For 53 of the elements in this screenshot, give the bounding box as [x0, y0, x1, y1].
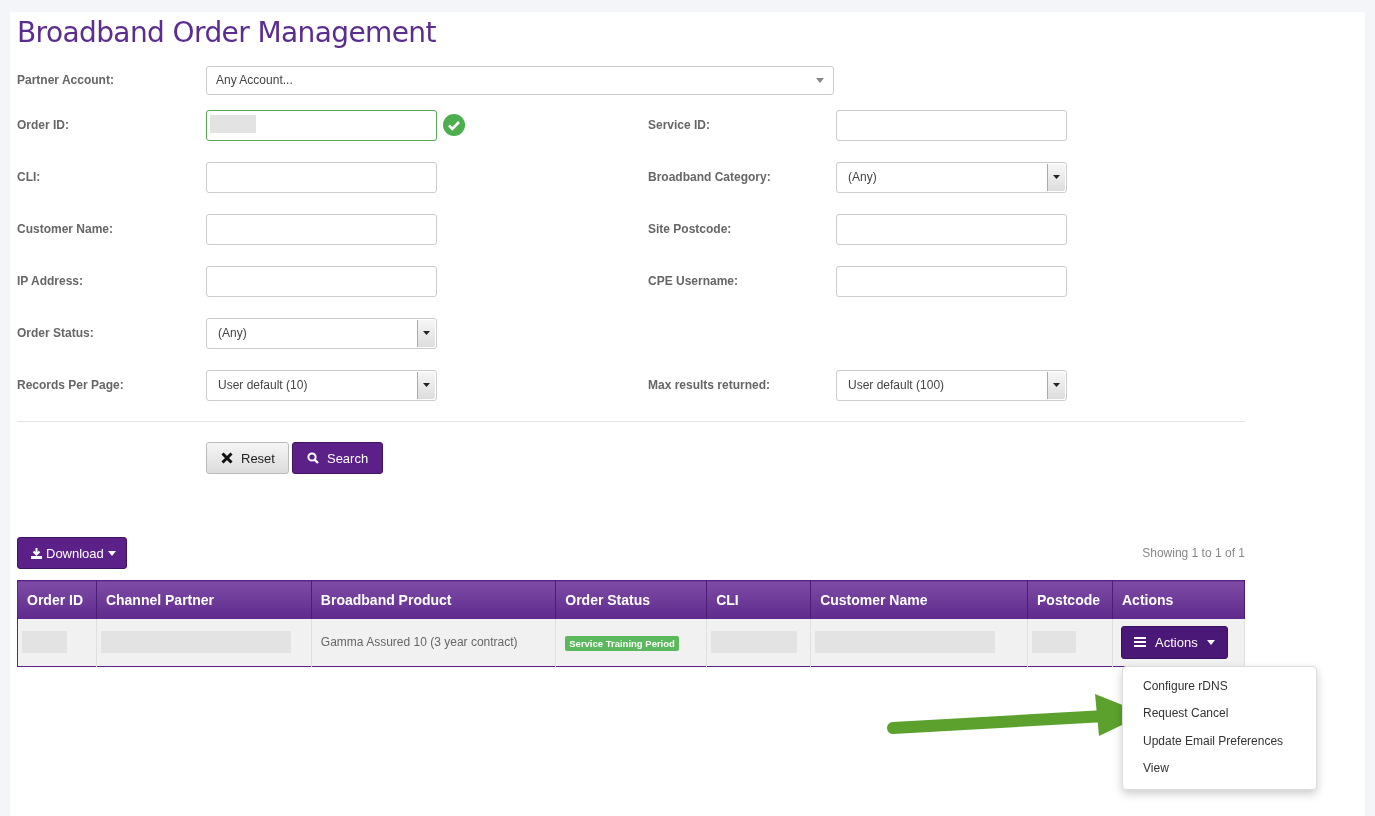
- search-icon: [306, 452, 319, 464]
- search-button[interactable]: Search: [291, 442, 384, 474]
- input-field[interactable]: [206, 109, 437, 141]
- field-label: IP Address:: [17, 274, 85, 288]
- menu-item[interactable]: Update Email Preferences: [1123, 727, 1316, 756]
- field-label: Order Status:: [17, 326, 95, 340]
- table-cell: Gamma Assured 10 (3 year contract): [311, 618, 556, 667]
- column-header: Postcode: [1027, 580, 1113, 619]
- actions-button[interactable]: Actions: [1121, 625, 1228, 659]
- caret-icon: [816, 77, 824, 83]
- pagination-info: Showing 1 to 1 of 1: [1142, 546, 1245, 560]
- field-label: CPE Username:: [648, 274, 740, 288]
- page-title: Broadband Order Management: [17, 15, 437, 51]
- dropdown-select[interactable]: (Any): [206, 317, 437, 349]
- download-icon: [31, 547, 42, 559]
- field-label: Order ID:: [17, 118, 70, 132]
- field-label: Service ID:: [648, 118, 712, 132]
- input-field[interactable]: [206, 213, 437, 245]
- field-label: Site Postcode:: [648, 222, 733, 236]
- reset-button[interactable]: Reset: [206, 442, 289, 474]
- column-header: Channel Partner: [96, 580, 312, 619]
- input-field[interactable]: [836, 265, 1067, 297]
- field-label: CLI:: [17, 170, 42, 184]
- field-label: Broadband Category:: [648, 170, 772, 184]
- column-header: Order Status: [555, 580, 707, 619]
- menu-icon: [1134, 637, 1146, 648]
- close-icon: [221, 452, 233, 464]
- column-header: Customer Name: [810, 580, 1028, 619]
- account-select[interactable]: Any Account...: [206, 65, 834, 95]
- input-field[interactable]: [206, 161, 437, 193]
- caret-icon: [1206, 639, 1215, 645]
- field-label: Partner Account:: [17, 73, 115, 87]
- field-label: Max results returned:: [648, 378, 772, 392]
- column-header: CLI: [706, 580, 811, 619]
- dropdown-select[interactable]: (Any): [836, 161, 1067, 193]
- column-header: Actions: [1112, 580, 1245, 619]
- dropdown-select[interactable]: User default (100): [836, 369, 1067, 401]
- menu-item[interactable]: View: [1123, 755, 1316, 783]
- redacted-value: [210, 114, 256, 133]
- caret-icon: [107, 550, 116, 556]
- column-header: Broadband Product: [311, 580, 556, 619]
- input-field[interactable]: [836, 109, 1067, 141]
- input-field[interactable]: [836, 213, 1067, 245]
- input-field[interactable]: [206, 265, 437, 297]
- field-label: Customer Name:: [17, 222, 115, 236]
- download-button[interactable]: Download: [17, 537, 127, 569]
- field-label: Records Per Page:: [17, 378, 125, 392]
- menu-item[interactable]: Configure rDNS: [1123, 672, 1316, 701]
- status-label: Service Training Period: [565, 635, 679, 651]
- check-icon: [443, 114, 465, 136]
- dropdown-select[interactable]: User default (10): [206, 369, 437, 401]
- menu-item[interactable]: Request Cancel: [1123, 700, 1316, 728]
- column-header: Order ID: [17, 580, 97, 619]
